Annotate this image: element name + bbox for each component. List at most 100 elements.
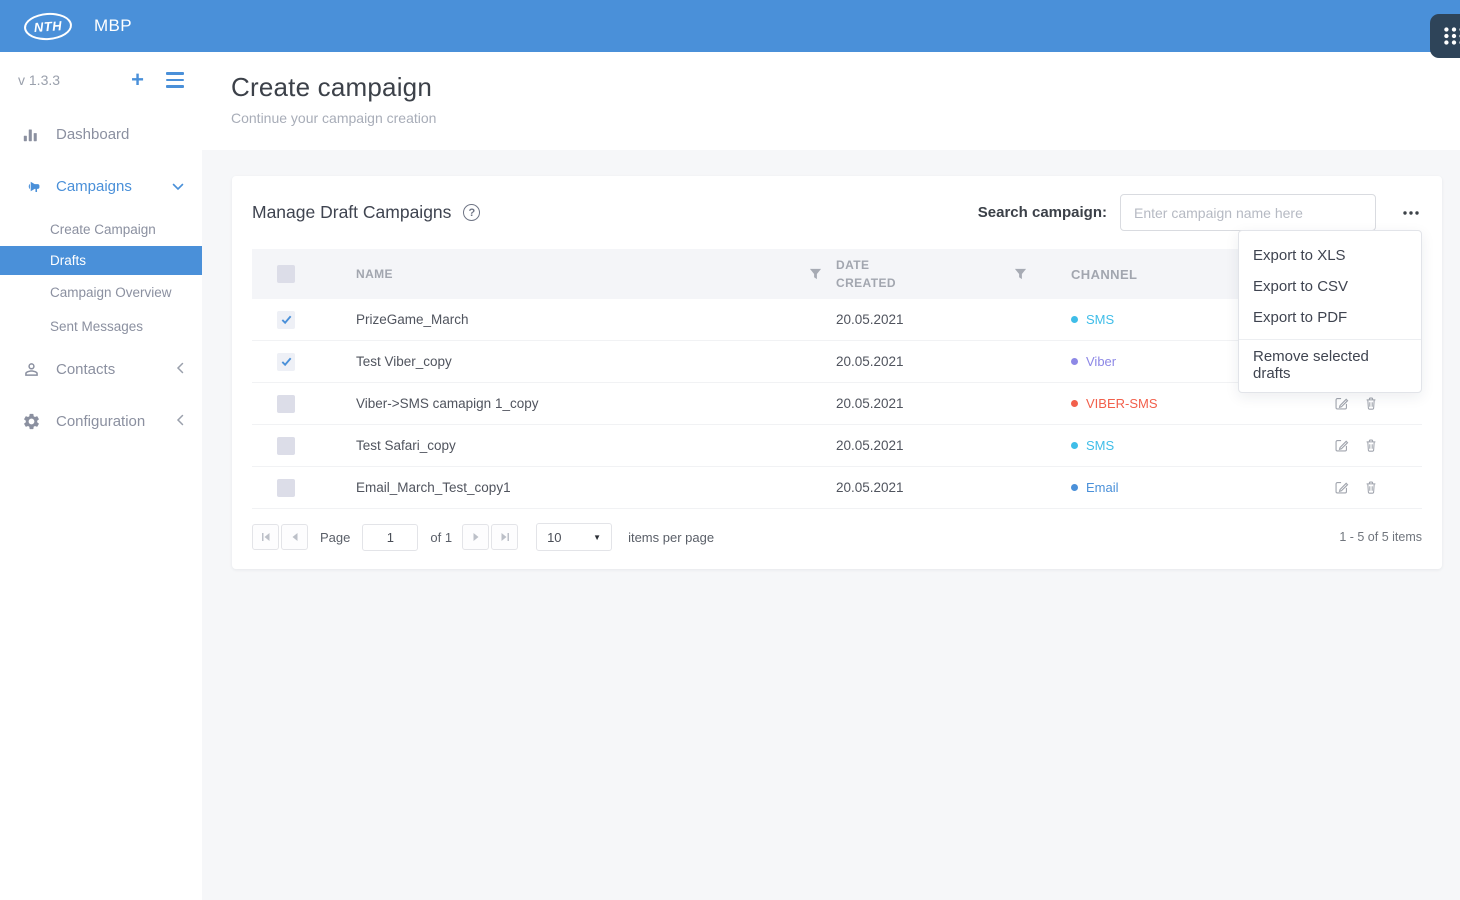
page-title: Create campaign — [231, 72, 1460, 103]
help-icon[interactable]: ? — [463, 204, 480, 221]
channel-dot — [1071, 316, 1078, 323]
chevron-down-icon: ▼ — [593, 533, 601, 542]
edit-icon[interactable] — [1333, 395, 1350, 412]
campaign-date: 20.05.2021 — [836, 354, 904, 369]
sidebar-item-dashboard[interactable]: Dashboard — [0, 108, 202, 160]
sidebar-item-campaigns[interactable]: Campaigns — [0, 160, 202, 212]
prev-page-button[interactable] — [281, 524, 308, 550]
delete-icon[interactable] — [1363, 479, 1379, 496]
column-header-name: NAME — [356, 267, 393, 281]
campaign-channel: Email — [1041, 480, 1311, 495]
app-name: MBP — [94, 16, 132, 36]
last-page-button[interactable] — [491, 524, 518, 550]
sidebar-item-sent-messages[interactable]: Sent Messages — [0, 309, 202, 343]
menu-divider — [1239, 339, 1421, 340]
channel-dot — [1071, 484, 1078, 491]
pagination: Page of 1 10 ▼ items per page 1 - 5 of 5… — [232, 509, 1442, 569]
filter-icon[interactable] — [809, 268, 822, 281]
version-label: v 1.3.3 — [18, 72, 131, 88]
menu-item-remove-selected-drafts[interactable]: Remove selected drafts — [1239, 349, 1421, 380]
channel-label: Email — [1086, 480, 1119, 495]
table-row: Test Safari_copy 20.05.2021 SMS — [252, 425, 1422, 467]
menu-item-export-csv[interactable]: Export to CSV — [1239, 271, 1421, 302]
sidebar-item-campaign-overview[interactable]: Campaign Overview — [0, 275, 202, 309]
export-menu: Export to XLS Export to CSV Export to PD… — [1238, 230, 1422, 393]
more-options-button[interactable] — [1400, 206, 1422, 220]
search-label: Search campaign: — [978, 204, 1107, 221]
row-checkbox[interactable] — [277, 479, 295, 497]
edit-icon[interactable] — [1333, 479, 1350, 496]
delete-icon[interactable] — [1363, 437, 1379, 454]
filter-icon[interactable] — [1014, 268, 1027, 281]
row-checkbox[interactable] — [277, 395, 295, 413]
chevron-left-icon — [176, 413, 184, 430]
edit-icon[interactable] — [1333, 437, 1350, 454]
sidebar: v 1.3.3 + Dashboard Campaigns C — [0, 52, 202, 900]
sidebar-item-label: Configuration — [56, 413, 176, 430]
items-per-page-label: items per page — [628, 530, 714, 545]
page-subtitle: Continue your campaign creation — [231, 110, 1460, 126]
channel-dot — [1071, 400, 1078, 407]
person-icon — [20, 360, 42, 379]
sidebar-item-configuration[interactable]: Configuration — [0, 395, 202, 447]
page-number-input[interactable] — [362, 524, 418, 551]
channel-label: SMS — [1086, 312, 1114, 327]
channel-label: VIBER-SMS — [1086, 396, 1158, 411]
sidebar-item-contacts[interactable]: Contacts — [0, 343, 202, 395]
page-of-label: of 1 — [430, 530, 452, 545]
megaphone-icon — [20, 177, 42, 196]
card-title: Manage Draft Campaigns — [252, 202, 451, 223]
campaign-date: 20.05.2021 — [836, 438, 904, 453]
items-range-label: 1 - 5 of 5 items — [724, 530, 1422, 544]
ellipsis-icon — [1402, 210, 1420, 216]
row-checkbox[interactable] — [277, 311, 295, 329]
campaign-name: PrizeGame_March — [356, 312, 469, 327]
channel-dot — [1071, 358, 1078, 365]
apps-grid-button[interactable] — [1430, 14, 1460, 58]
sidebar-item-label: Campaigns — [56, 178, 172, 195]
channel-label: SMS — [1086, 438, 1114, 453]
page-label: Page — [320, 530, 350, 545]
sidebar-item-label: Dashboard — [56, 126, 184, 143]
sidebar-nav: Dashboard Campaigns Create Campaign Draf… — [0, 108, 202, 447]
campaign-name: Test Viber_copy — [356, 354, 452, 369]
channel-label: Viber — [1086, 354, 1116, 369]
nth-logo: NTH — [23, 11, 73, 41]
channel-dot — [1071, 442, 1078, 449]
menu-item-export-pdf[interactable]: Export to PDF — [1239, 302, 1421, 333]
row-checkbox[interactable] — [277, 353, 295, 371]
campaign-name: Email_March_Test_copy1 — [356, 480, 511, 495]
add-icon[interactable]: + — [131, 69, 144, 91]
grid-dots-icon — [1441, 23, 1460, 49]
row-checkbox[interactable] — [277, 437, 295, 455]
sidebar-item-drafts[interactable]: Drafts — [0, 246, 202, 275]
chevron-down-icon — [172, 178, 184, 195]
main-content: Create campaign Continue your campaign c… — [202, 52, 1460, 900]
campaign-date: 20.05.2021 — [836, 480, 904, 495]
next-page-button[interactable] — [462, 524, 489, 550]
topbar: NTH MBP — [0, 0, 1460, 52]
campaigns-submenu: Create Campaign Drafts Campaign Overview… — [0, 212, 202, 343]
gear-icon — [20, 412, 42, 431]
menu-icon[interactable] — [166, 72, 184, 87]
campaign-date: 20.05.2021 — [836, 312, 904, 327]
select-all-checkbox[interactable] — [277, 265, 295, 283]
campaign-name: Viber->SMS camapign 1_copy — [356, 396, 538, 411]
campaign-date: 20.05.2021 — [836, 396, 904, 411]
sidebar-item-label: Contacts — [56, 361, 176, 378]
chevron-left-icon — [176, 361, 184, 378]
search-input[interactable] — [1120, 194, 1376, 231]
items-per-page-select[interactable]: 10 ▼ — [536, 523, 612, 551]
campaign-channel: VIBER-SMS — [1041, 396, 1311, 411]
bar-chart-icon — [20, 125, 42, 143]
menu-item-export-xls[interactable]: Export to XLS — [1239, 240, 1421, 271]
delete-icon[interactable] — [1363, 395, 1379, 412]
campaign-name: Test Safari_copy — [356, 438, 456, 453]
campaign-channel: SMS — [1041, 438, 1311, 453]
table-row: Email_March_Test_copy1 20.05.2021 Email — [252, 467, 1422, 509]
first-page-button[interactable] — [252, 524, 279, 550]
items-per-page-value: 10 — [547, 530, 561, 545]
column-header-date: DATE CREATED — [836, 256, 906, 292]
sidebar-item-create-campaign[interactable]: Create Campaign — [0, 212, 202, 246]
page-header: Create campaign Continue your campaign c… — [202, 52, 1460, 150]
